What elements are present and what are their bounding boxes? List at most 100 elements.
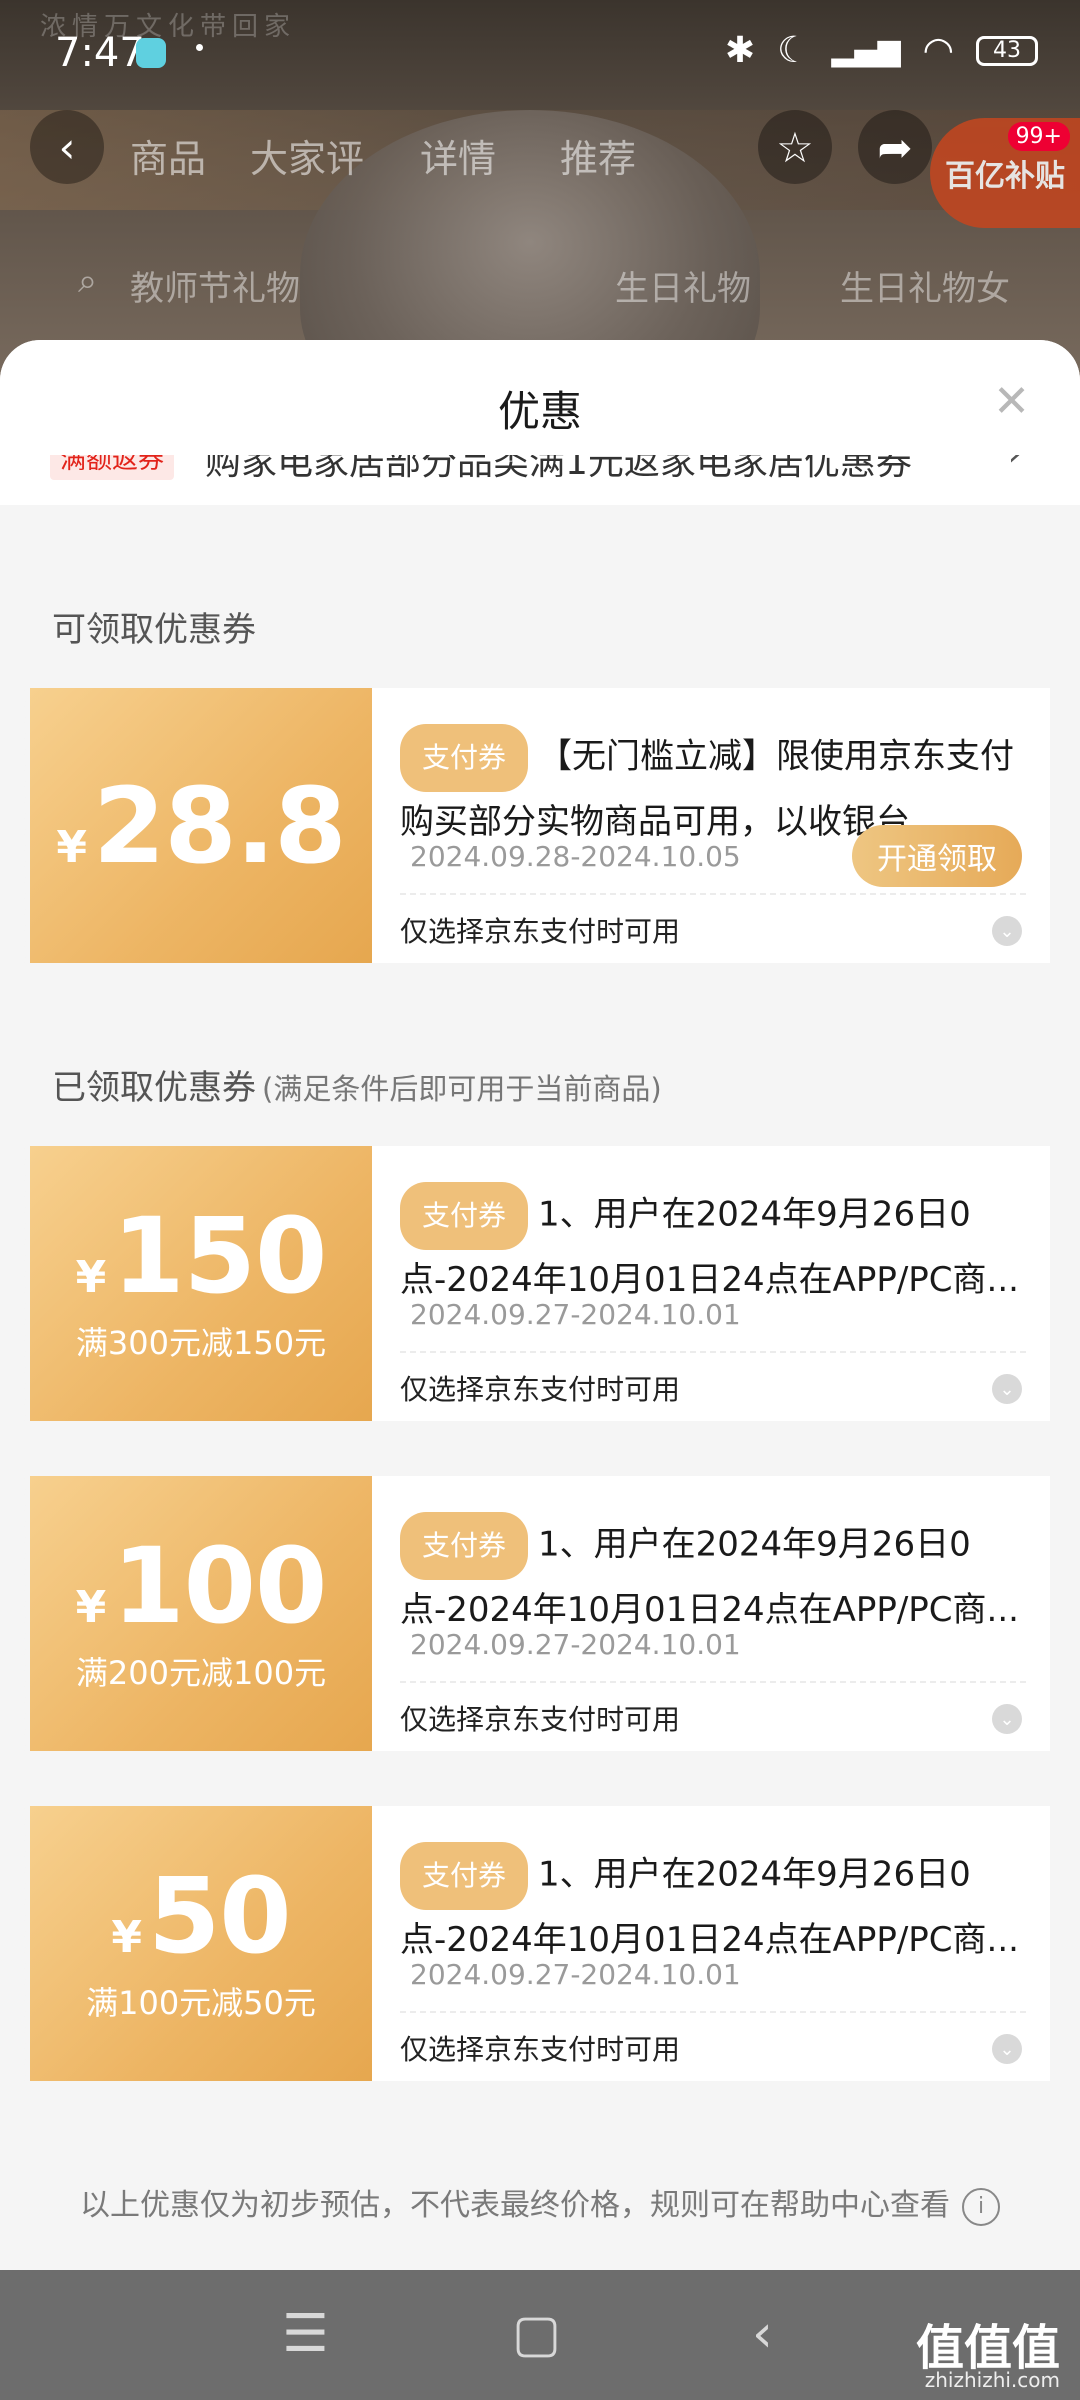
chevron-right-icon: › bbox=[1008, 455, 1022, 474]
search-suggestion[interactable]: 教师节礼物 bbox=[130, 261, 300, 310]
pay-coupon-tag: 支付券 bbox=[400, 1842, 529, 1910]
tab-reviews[interactable]: 大家评 bbox=[250, 128, 364, 183]
site-watermark-url: zhizhizhi.com bbox=[924, 2368, 1060, 2392]
share-button[interactable]: ➦ bbox=[858, 110, 932, 184]
search-chip[interactable]: 生日礼物 bbox=[615, 261, 751, 310]
section-title: 可领取优惠券 bbox=[52, 610, 256, 650]
coupon-amount-panel: ¥ 50 满100元减50元 bbox=[24, 1806, 372, 2081]
claimed-coupons-label: 已领取优惠券 (满足条件后即可用于当前商品) bbox=[52, 1060, 662, 1109]
battery-icon: 43 bbox=[976, 35, 1038, 66]
tab-recommend[interactable]: 推荐 bbox=[560, 128, 636, 183]
disclaimer-text: 以上优惠仅为初步预估，不代表最终价格，规则可在帮助中心查看 bbox=[80, 2188, 950, 2223]
divider bbox=[400, 1681, 1026, 1683]
coupon-amount: ¥ 28.8 bbox=[56, 764, 347, 887]
promo-tag: 满额返券 bbox=[50, 455, 175, 480]
menu-icon[interactable]: ☰ bbox=[282, 2304, 329, 2364]
search-suggestion-row: ⌕ 教师节礼物 生日礼物 生日礼物女 bbox=[0, 255, 1080, 315]
app-notification-icon bbox=[136, 38, 166, 68]
subsidy-badge: 99+ bbox=[1007, 122, 1070, 151]
coupon-dates: 2024.09.28-2024.10.05 bbox=[410, 840, 741, 873]
amount-value: 50 bbox=[147, 1854, 292, 1977]
pay-coupon-tag: 支付券 bbox=[400, 1182, 529, 1250]
coupon-card: ¥ 28.8 支付券 【无门槛立减】限使用京东支付购买部分实物商品可用，以收银台.… bbox=[24, 688, 1050, 963]
pay-coupon-tag: 支付券 bbox=[400, 1512, 529, 1580]
coupon-amount-panel: ¥ 100 满200元减100元 bbox=[24, 1476, 372, 1751]
divider bbox=[400, 893, 1026, 895]
coupon-note: 仅选择京东支付时可用 bbox=[400, 915, 681, 948]
search-icon: ⌕ bbox=[78, 261, 98, 301]
divider bbox=[400, 2011, 1026, 2013]
signal-icon: ▂▄▆ bbox=[831, 33, 901, 68]
coupon-description: 支付券 1、用户在2024年9月26日0点-2024年10月01日24点在APP/… bbox=[400, 1842, 1020, 1970]
status-icons: ✱ ☾ ▂▄▆ ◠ 43 bbox=[725, 30, 1038, 71]
favorite-button[interactable]: ☆ bbox=[758, 110, 832, 184]
moon-icon: ☾ bbox=[777, 30, 810, 71]
sheet-header: 优惠 ✕ bbox=[0, 340, 1080, 455]
disclaimer: 以上优惠仅为初步预估，不代表最终价格，规则可在帮助中心查看 i bbox=[0, 2180, 1080, 2226]
coupon-info: 支付券 【无门槛立减】限使用京东支付购买部分实物商品可用，以收银台... 2024… bbox=[372, 688, 1050, 963]
home-icon[interactable]: ▢ bbox=[512, 2304, 561, 2364]
back-icon[interactable]: ‹ bbox=[752, 2304, 773, 2364]
currency-symbol: ¥ bbox=[56, 821, 87, 873]
search-chip[interactable]: 生日礼物女 bbox=[840, 261, 1010, 310]
back-button[interactable]: ‹ bbox=[30, 110, 104, 184]
subsidy-label: 百亿补贴 bbox=[945, 159, 1065, 194]
status-time: 7:47 bbox=[55, 30, 145, 76]
chevron-down-icon[interactable]: ⌄ bbox=[992, 1374, 1022, 1404]
pay-coupon-tag: 支付券 bbox=[400, 724, 529, 792]
coupon-amount-panel: ¥ 150 满300元减150元 bbox=[24, 1146, 372, 1421]
coupon-note: 仅选择京东支付时可用 bbox=[400, 2033, 681, 2066]
coupon-note: 仅选择京东支付时可用 bbox=[400, 1703, 681, 1736]
coupon-description: 支付券 1、用户在2024年9月26日0点-2024年10月01日24点在APP/… bbox=[400, 1182, 1020, 1310]
coupon-card: ¥ 100 满200元减100元 支付券 1、用户在2024年9月26日0点-20… bbox=[24, 1476, 1050, 1751]
coupon-dates: 2024.09.27-2024.10.01 bbox=[410, 1298, 741, 1331]
coupon-dates: 2024.09.27-2024.10.01 bbox=[410, 1958, 741, 1991]
tab-details[interactable]: 详情 bbox=[420, 128, 496, 183]
system-nav-bar: ☰ ▢ ‹ 值值值 zhizhizhi.com bbox=[0, 2270, 1080, 2400]
promo-row[interactable]: 满额返券 购家电家居部分品类满1元返家电家居优惠券 › bbox=[0, 455, 1080, 505]
coupon-description: 支付券 1、用户在2024年9月26日0点-2024年10月01日24点在APP/… bbox=[400, 1512, 1020, 1640]
coupon-info: 支付券 1、用户在2024年9月26日0点-2024年10月01日24点在APP/… bbox=[372, 1476, 1050, 1751]
currency-symbol: ¥ bbox=[75, 1581, 107, 1633]
amount-value: 100 bbox=[112, 1524, 327, 1647]
coupon-note: 仅选择京东支付时可用 bbox=[400, 1373, 681, 1406]
coupon-amount: ¥ 150 bbox=[75, 1194, 328, 1317]
claim-button[interactable]: 开通领取 bbox=[852, 825, 1022, 887]
coupon-card: ¥ 50 满100元减50元 支付券 1、用户在2024年9月26日0点-2024… bbox=[24, 1806, 1050, 2081]
coupon-sheet: 优惠 ✕ 满额返券 购家电家居部分品类满1元返家电家居优惠券 › 可领取优惠券 … bbox=[0, 340, 1080, 2270]
coupon-info: 支付券 1、用户在2024年9月26日0点-2024年10月01日24点在APP/… bbox=[372, 1806, 1050, 2081]
bluetooth-icon: ✱ bbox=[724, 30, 756, 71]
coupon-condition: 满100元减50元 bbox=[86, 1983, 316, 2022]
coupon-info: 支付券 1、用户在2024年9月26日0点-2024年10月01日24点在APP/… bbox=[372, 1146, 1050, 1421]
notification-dot-icon bbox=[196, 44, 203, 51]
back-arrow-icon: ‹ bbox=[58, 122, 76, 172]
coupon-condition: 满200元减100元 bbox=[75, 1653, 327, 1692]
info-icon[interactable]: i bbox=[962, 2187, 1000, 2226]
close-icon[interactable]: ✕ bbox=[993, 380, 1030, 424]
chevron-down-icon[interactable]: ⌄ bbox=[992, 916, 1022, 946]
chevron-down-icon[interactable]: ⌄ bbox=[992, 2034, 1022, 2064]
star-icon: ☆ bbox=[776, 122, 814, 172]
chevron-down-icon[interactable]: ⌄ bbox=[992, 1704, 1022, 1734]
coupon-amount: ¥ 100 bbox=[75, 1524, 328, 1647]
amount-value: 150 bbox=[112, 1194, 327, 1317]
promo-text: 购家电家居部分品类满1元返家电家居优惠券 bbox=[205, 455, 912, 483]
wifi-icon: ◠ bbox=[922, 30, 954, 71]
coupon-amount: ¥ 50 bbox=[111, 1854, 292, 1977]
section-title: 已领取优惠券 bbox=[52, 1068, 256, 1108]
coupon-amount-panel: ¥ 28.8 bbox=[24, 688, 372, 963]
section-subtitle: (满足条件后即可用于当前商品) bbox=[262, 1072, 662, 1106]
coupon-dates: 2024.09.27-2024.10.01 bbox=[410, 1628, 741, 1661]
coupon-condition: 满300元减150元 bbox=[75, 1323, 327, 1362]
sheet-title: 优惠 bbox=[497, 387, 582, 436]
product-top-nav: ‹ 商品 大家评 详情 推荐 ☆ ➦ bbox=[0, 110, 1080, 200]
status-bar: 7:47 ✱ ☾ ▂▄▆ ◠ 43 bbox=[0, 0, 1080, 105]
available-coupons-label: 可领取优惠券 bbox=[52, 602, 256, 651]
coupon-card: ¥ 150 满300元减150元 支付券 1、用户在2024年9月26日0点-20… bbox=[24, 1146, 1050, 1421]
tab-product[interactable]: 商品 bbox=[130, 128, 206, 183]
currency-symbol: ¥ bbox=[111, 1911, 142, 1963]
amount-value: 28.8 bbox=[93, 764, 347, 887]
currency-symbol: ¥ bbox=[75, 1251, 107, 1303]
divider bbox=[400, 1351, 1026, 1353]
share-icon: ➦ bbox=[877, 122, 913, 172]
